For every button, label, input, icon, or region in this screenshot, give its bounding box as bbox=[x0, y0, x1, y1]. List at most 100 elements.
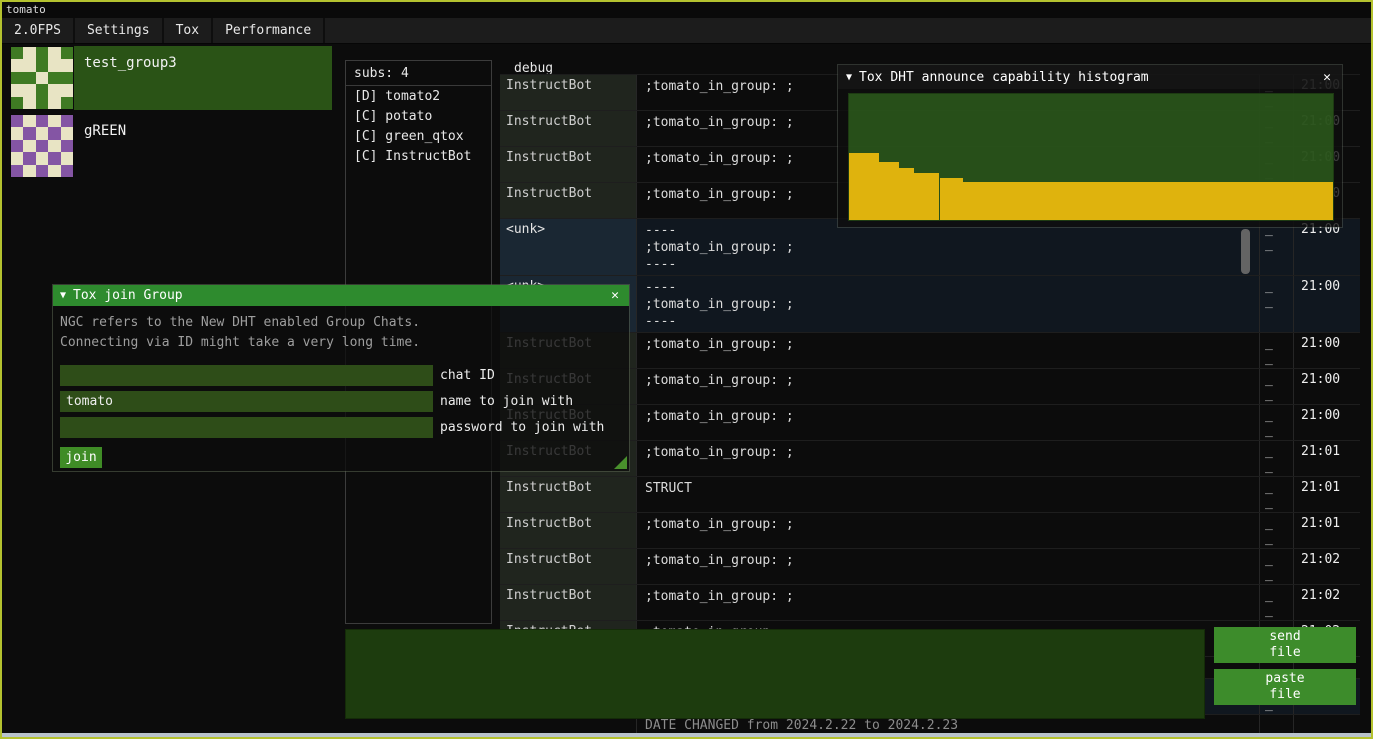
avatar-pixel bbox=[36, 47, 48, 59]
window-titlebar[interactable]: tomato bbox=[2, 2, 1371, 18]
histogram-bar bbox=[963, 182, 1333, 220]
member-item-potato[interactable]: [C] potato bbox=[346, 106, 491, 126]
avatar-pixel bbox=[36, 140, 48, 152]
menu-item-tox[interactable]: Tox bbox=[164, 18, 213, 43]
avatar-pixel bbox=[61, 152, 73, 164]
avatar-pixel bbox=[11, 165, 23, 177]
avatar-pixel bbox=[61, 47, 73, 59]
send-file-button[interactable]: send file bbox=[1214, 627, 1356, 663]
collapse-arrow-icon[interactable]: ▼ bbox=[846, 72, 852, 83]
delivery-indicator: _ _ bbox=[1260, 513, 1294, 548]
avatar-pixel bbox=[48, 84, 60, 96]
resize-grip-icon[interactable] bbox=[614, 456, 627, 469]
sender-name: InstructBot bbox=[500, 183, 637, 218]
window-bottom-edge bbox=[2, 733, 1371, 737]
join-window-title: Tox join Group bbox=[73, 288, 608, 303]
group-item-gREEN[interactable]: gREEN bbox=[10, 114, 332, 178]
delivery-indicator: _ _ bbox=[1260, 405, 1294, 440]
avatar-pixel bbox=[23, 115, 35, 127]
avatar-pixel bbox=[23, 152, 35, 164]
histogram-window-titlebar[interactable]: ▼ Tox DHT announce capability histogram … bbox=[838, 65, 1342, 89]
dht-histogram-window: ▼ Tox DHT announce capability histogram … bbox=[837, 64, 1343, 228]
sender-name: InstructBot bbox=[500, 585, 637, 620]
join-field-row: password to join with bbox=[60, 417, 622, 438]
chat-scrollbar[interactable] bbox=[1241, 229, 1250, 274]
timestamp: 21:00 bbox=[1294, 276, 1360, 332]
menu-bar: 2.0FPS SettingsToxPerformance bbox=[2, 18, 1371, 44]
join-window-titlebar[interactable]: ▼ Tox join Group ✕ bbox=[53, 285, 629, 306]
chat-id-input[interactable] bbox=[60, 365, 433, 386]
message-row: InstructBotSTRUCT_ _21:01 bbox=[500, 477, 1360, 513]
message-text: ;tomato_in_group: ; bbox=[637, 513, 1260, 548]
join-window-body: NGC refers to the New DHT enabled Group … bbox=[53, 306, 629, 471]
avatar-pixel bbox=[11, 97, 23, 109]
sender-name: InstructBot bbox=[500, 111, 637, 146]
join-button[interactable]: join bbox=[60, 447, 102, 468]
histogram-plot bbox=[848, 93, 1334, 221]
message-row: InstructBot;tomato_in_group: ;_ _21:02 bbox=[500, 585, 1360, 621]
join-password-input[interactable] bbox=[60, 417, 433, 438]
timestamp: 21:00 bbox=[1294, 333, 1360, 368]
close-icon[interactable]: ✕ bbox=[1320, 70, 1334, 85]
group-item-test_group3[interactable]: test_group3 bbox=[10, 46, 332, 110]
collapse-arrow-icon[interactable]: ▼ bbox=[60, 290, 66, 301]
message-text: ;tomato_in_group: ; bbox=[637, 405, 1260, 440]
group-name: test_group3 bbox=[74, 46, 177, 71]
sender-name: InstructBot bbox=[500, 513, 637, 548]
close-icon[interactable]: ✕ bbox=[608, 288, 622, 303]
member-item-tomato2[interactable]: [D] tomato2 bbox=[346, 86, 491, 106]
avatar-pixel bbox=[48, 140, 60, 152]
menu-item-performance[interactable]: Performance bbox=[213, 18, 325, 43]
avatar-pixel bbox=[23, 165, 35, 177]
avatar-pixel bbox=[48, 165, 60, 177]
avatar-pixel bbox=[11, 84, 23, 96]
avatar-pixel bbox=[36, 165, 48, 177]
timestamp: 21:00 bbox=[1294, 405, 1360, 440]
avatar-pixel bbox=[48, 127, 60, 139]
group-name: gREEN bbox=[74, 114, 126, 139]
avatar-pixel bbox=[11, 152, 23, 164]
avatar-pixel bbox=[36, 152, 48, 164]
avatar-pixel bbox=[23, 59, 35, 71]
avatar-pixel bbox=[61, 97, 73, 109]
avatar-pixel bbox=[61, 59, 73, 71]
histogram-bar bbox=[914, 173, 940, 220]
avatar-pixel bbox=[11, 127, 23, 139]
sender-name: InstructBot bbox=[500, 147, 637, 182]
avatar-pixel bbox=[48, 59, 60, 71]
message-input[interactable] bbox=[345, 629, 1205, 719]
delivery-indicator: _ _ bbox=[1260, 276, 1294, 332]
message-text: ;tomato_in_group: ; bbox=[637, 441, 1260, 476]
avatar-pixel bbox=[23, 140, 35, 152]
join-field-row: chat ID bbox=[60, 365, 622, 386]
histogram-bar bbox=[879, 162, 899, 220]
avatar-pixel bbox=[23, 127, 35, 139]
delivery-indicator: _ _ bbox=[1260, 441, 1294, 476]
member-item-InstructBot[interactable]: [C] InstructBot bbox=[346, 146, 491, 166]
avatar-pixel bbox=[61, 115, 73, 127]
avatar-pixel bbox=[11, 140, 23, 152]
histogram-window-title: Tox DHT announce capability histogram bbox=[859, 70, 1320, 85]
message-row: InstructBot;tomato_in_group: ;_ _21:01 bbox=[500, 513, 1360, 549]
delivery-indicator: _ _ bbox=[1260, 549, 1294, 584]
sender-name: <unk> bbox=[500, 219, 637, 275]
timestamp: 21:02 bbox=[1294, 585, 1360, 620]
menu-item-settings[interactable]: Settings bbox=[75, 18, 164, 43]
histogram-bar bbox=[940, 178, 964, 220]
avatar-pixel bbox=[61, 84, 73, 96]
paste-file-button[interactable]: paste file bbox=[1214, 669, 1356, 705]
delivery-indicator: _ _ bbox=[1260, 369, 1294, 404]
join-field-label: name to join with bbox=[440, 394, 573, 409]
join-group-window: ▼ Tox join Group ✕ NGC refers to the New… bbox=[52, 284, 630, 472]
member-item-green_qtox[interactable]: [C] green_qtox bbox=[346, 126, 491, 146]
histogram-bar bbox=[849, 153, 879, 220]
join-name-input[interactable]: tomato bbox=[60, 391, 433, 412]
avatar-pixel bbox=[48, 47, 60, 59]
group-avatar-icon bbox=[11, 47, 73, 109]
avatar-pixel bbox=[48, 115, 60, 127]
delivery-indicator: _ _ bbox=[1260, 477, 1294, 512]
avatar-pixel bbox=[11, 47, 23, 59]
delivery-indicator: _ _ bbox=[1260, 333, 1294, 368]
join-field-row: tomato name to join with bbox=[60, 391, 622, 412]
avatar-pixel bbox=[61, 140, 73, 152]
